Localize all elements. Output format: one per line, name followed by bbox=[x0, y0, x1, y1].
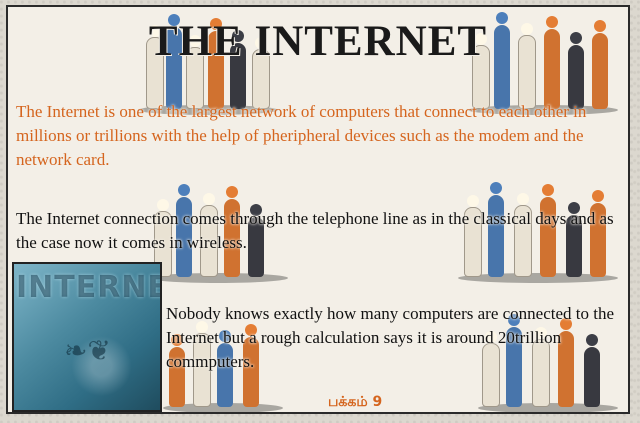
paragraph-connection: The Internet connection comes through th… bbox=[16, 209, 614, 252]
document-panel: THE INTERNET The Internet is one of the … bbox=[6, 5, 630, 414]
network-swirl-icon: ❧❦ bbox=[64, 334, 111, 367]
internet-image-text: INTERNET bbox=[16, 270, 160, 305]
paragraph-intro: The Internet is one of the largest netwo… bbox=[16, 102, 587, 169]
paragraph-count: Nobody knows exactly how many computers … bbox=[166, 304, 615, 371]
page: THE INTERNET The Internet is one of the … bbox=[0, 0, 640, 423]
page-number: பக்கம் 9 bbox=[328, 394, 383, 410]
page-title: THE INTERNET bbox=[148, 18, 488, 65]
internet-image: INTERNET ❧❦ bbox=[12, 262, 162, 412]
